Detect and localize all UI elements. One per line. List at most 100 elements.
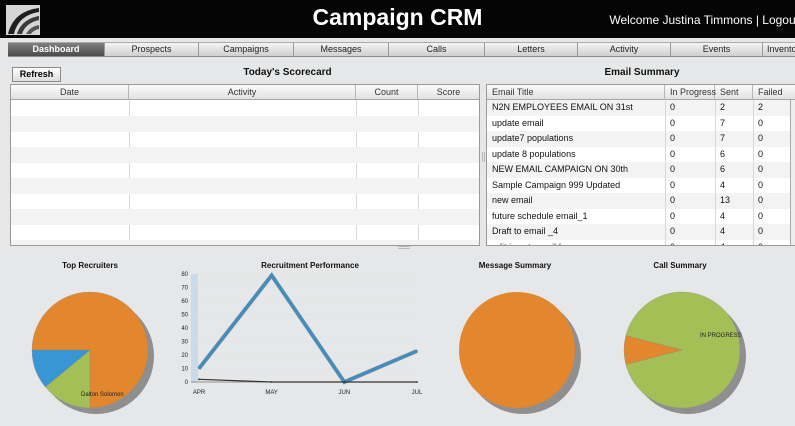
- tab-events[interactable]: Events: [671, 43, 763, 56]
- in-progress-cell: 0: [665, 240, 715, 246]
- x-tick-label: APR: [193, 390, 206, 396]
- email-col-title[interactable]: Email Title: [487, 85, 665, 100]
- table-row[interactable]: edit is not possible040: [487, 240, 795, 246]
- scorecard-title: Today's Scorecard: [243, 67, 332, 78]
- scorecard-col-score[interactable]: Score: [418, 85, 479, 100]
- table-row: [11, 209, 479, 225]
- series-line[interactable]: [198, 378, 417, 383]
- scorecard-col-activity[interactable]: Activity: [129, 85, 356, 100]
- email-title-cell: NEW EMAIL CAMPAIGN ON 30th: [492, 164, 629, 174]
- splitter-handle[interactable]: [398, 246, 410, 249]
- tab-calls[interactable]: Calls: [389, 43, 485, 56]
- email-title-cell: update email: [492, 117, 544, 128]
- sent-cell: 2: [720, 102, 726, 112]
- sent-cell: 6: [720, 148, 726, 159]
- tab-messages[interactable]: Messages: [294, 43, 389, 56]
- tab-dashboard[interactable]: Dashboard: [8, 43, 105, 56]
- top-recruiters-pie: Dalton Solomon: [31, 291, 154, 414]
- email-title-cell: update 8 populations: [492, 148, 576, 159]
- splitter-handle[interactable]: [482, 152, 485, 162]
- sent-cell: 4: [720, 226, 726, 236]
- failed-cell: 0: [758, 164, 764, 174]
- email-col-failed[interactable]: Failed: [753, 85, 795, 100]
- table-row[interactable]: Sample Campaign 999 Updated 0 4 0: [487, 178, 795, 194]
- sent-cell: 4: [715, 240, 753, 246]
- data-point[interactable]: [343, 381, 346, 383]
- email-title-cell: Sample Campaign 999 Updated: [492, 179, 621, 190]
- call-summary-title: Call Summary: [653, 261, 707, 270]
- email-col-sent[interactable]: Sent: [715, 85, 753, 100]
- column-divider: [715, 100, 716, 245]
- data-point[interactable]: [270, 274, 273, 277]
- email-title-cell: new email: [492, 195, 533, 205]
- in-progress-cell: 0: [670, 195, 676, 205]
- recruitment-line-chart: 0 10 20 30 40 50 60 70 80 APR MAY JUN JUL: [181, 271, 423, 396]
- tab-letters[interactable]: Letters: [485, 43, 578, 56]
- table-row: [11, 178, 479, 194]
- column-divider: [665, 100, 666, 245]
- sent-cell: 7: [720, 117, 726, 128]
- message-summary-title: Message Summary: [478, 261, 552, 270]
- y-tick-label: 40: [181, 326, 188, 332]
- in-progress-cell: 0: [670, 210, 676, 221]
- email-summary-table[interactable]: Email Title In Progress Sent Failed N2N …: [486, 84, 795, 246]
- table-row[interactable]: update email 0 7 0: [487, 116, 795, 132]
- refresh-button[interactable]: Refresh: [12, 67, 61, 82]
- scorecard-table[interactable]: Date Activity Count Score: [10, 84, 480, 246]
- in-progress-cell: 0: [670, 133, 676, 143]
- y-tick-label: 70: [181, 286, 188, 292]
- tab-prospects[interactable]: Prospects: [105, 43, 199, 56]
- scorecard-col-date[interactable]: Date: [11, 85, 129, 100]
- in-progress-cell: 0: [670, 164, 676, 174]
- series-line[interactable]: [197, 272, 418, 384]
- table-row[interactable]: NEW EMAIL CAMPAIGN ON 30th 0 6 0: [487, 162, 795, 178]
- y-tick-label: 10: [181, 367, 188, 373]
- in-progress-cell: 0: [670, 102, 676, 112]
- email-title-cell: N2N EMPLOYEES EMAIL ON 31st: [492, 102, 633, 112]
- email-col-in-progress[interactable]: In Progress: [665, 85, 716, 100]
- pie-slice-label: IN PROGRESS: [700, 333, 742, 339]
- sent-cell: 6: [720, 164, 726, 174]
- tab-activity[interactable]: Activity: [578, 43, 671, 56]
- y-tick-label: 0: [185, 380, 189, 386]
- table-row[interactable]: update 8 populations 0 6 0: [487, 147, 795, 163]
- failed-cell: 0: [758, 195, 764, 205]
- data-point[interactable]: [198, 367, 200, 370]
- data-point[interactable]: [416, 350, 418, 352]
- tab-inventory[interactable]: Inventory: [763, 43, 795, 56]
- table-row[interactable]: Draft to email _4 0 4 0: [487, 224, 795, 240]
- sent-cell: 4: [720, 179, 726, 190]
- email-summary-title: Email Summary: [604, 67, 680, 78]
- data-point[interactable]: [198, 378, 200, 381]
- in-progress-cell: 0: [670, 226, 676, 236]
- failed-cell: 0: [758, 226, 764, 236]
- in-progress-cell: 0: [670, 179, 676, 190]
- table-row: [11, 116, 479, 132]
- table-row[interactable]: future schedule email_1 0 4 0: [487, 209, 795, 225]
- failed-cell: 0: [753, 240, 795, 246]
- pie-slice-label: Dalton Solomon: [81, 392, 124, 398]
- table-row[interactable]: update7 populations 0 7 0: [487, 131, 795, 147]
- email-summary-scrollbar[interactable]: [790, 100, 795, 245]
- failed-cell: 0: [758, 117, 764, 128]
- welcome-message[interactable]: Welcome Justina Timmons | Logout: [609, 13, 795, 27]
- y-tick-label: 30: [181, 340, 188, 346]
- app-header: Campaign CRM Welcome Justina Timmons | L…: [0, 0, 795, 38]
- tab-campaigns[interactable]: Campaigns: [199, 43, 294, 56]
- x-tick-label: JUL: [412, 390, 423, 396]
- scorecard-col-count[interactable]: Count: [356, 85, 418, 100]
- x-tick-label: MAY: [265, 390, 278, 396]
- data-point[interactable]: [270, 381, 273, 383]
- x-tick-label: JUN: [338, 390, 350, 396]
- failed-cell: 0: [758, 179, 764, 190]
- main-nav: Dashboard Prospects Campaigns Messages C…: [8, 42, 795, 57]
- y-tick-label: 50: [181, 313, 188, 319]
- table-row[interactable]: new email 0 13 0: [487, 193, 795, 209]
- data-point[interactable]: [416, 381, 418, 383]
- top-recruiters-title: Top Recruiters: [62, 261, 118, 270]
- email-title-cell: Draft to email _4: [492, 226, 559, 236]
- message-summary-pie: [459, 292, 581, 414]
- email-title-cell: update7 populations: [492, 133, 574, 143]
- table-row[interactable]: N2N EMPLOYEES EMAIL ON 31st 0 2 2: [487, 100, 795, 116]
- pie-slice[interactable]: [459, 292, 575, 408]
